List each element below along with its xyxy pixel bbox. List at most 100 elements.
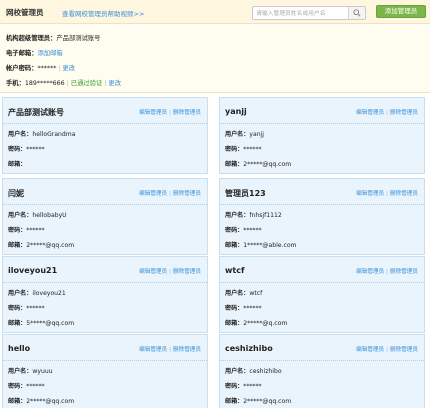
- username-value: ceshizhibo: [249, 368, 282, 375]
- edit-admin-button[interactable]: 编辑管理员: [356, 191, 384, 197]
- phone-label: 手机：: [6, 80, 25, 87]
- email-value: 2*****@qq.com: [26, 242, 75, 249]
- edit-admin-button[interactable]: 编辑管理员: [139, 191, 167, 197]
- email-row: 邮箱：: [8, 159, 26, 168]
- password-row: 密码：******: [8, 303, 45, 312]
- change-password-link[interactable]: 更改: [63, 65, 76, 72]
- card-actions: 编辑管理员 | 删除管理员: [139, 191, 201, 197]
- delete-admin-button[interactable]: 删除管理员: [173, 191, 201, 197]
- username-row: 用户名：wyuuu: [8, 366, 53, 375]
- change-phone-link[interactable]: 更改: [108, 80, 121, 87]
- delete-admin-button[interactable]: 删除管理员: [390, 191, 418, 197]
- card-actions: 编辑管理员 | 删除管理员: [356, 347, 418, 353]
- org-row: 机构超级管理员：产品部测试账号: [6, 33, 100, 42]
- edit-admin-button[interactable]: 编辑管理员: [356, 110, 384, 116]
- password-row: 密码：******: [225, 303, 262, 312]
- phone-value: 189*****666: [24, 80, 65, 87]
- admin-card: 管理员123 编辑管理员 | 删除管理员 用户名：fnhsjf1112 密码：***…: [219, 178, 425, 255]
- card-actions: 编辑管理员 | 删除管理员: [356, 269, 418, 275]
- edit-admin-button[interactable]: 编辑管理员: [139, 347, 167, 353]
- admin-card: hello 编辑管理员 | 删除管理员 用户名：wyuuu 密码：****** 邮箱…: [2, 334, 208, 408]
- username-row: 用户名：helloGrandma: [8, 129, 75, 138]
- admin-card: 闫妮 编辑管理员 | 删除管理员 用户名：hellobabyU 密码：****** …: [2, 178, 208, 255]
- admin-name: wtcf: [225, 266, 245, 275]
- username-row: 用户名：hellobabyU: [8, 210, 67, 219]
- username-label: 用户名：: [225, 290, 250, 297]
- password-value: ******: [243, 227, 262, 234]
- card-divider: [220, 123, 424, 124]
- email-label: 邮箱：: [8, 161, 27, 168]
- help-video-link[interactable]: 查看网校管理员帮助视频>>: [62, 8, 144, 18]
- password-value: ******: [37, 65, 57, 72]
- delete-admin-button[interactable]: 删除管理员: [390, 269, 418, 275]
- admin-card: wtcf 编辑管理员 | 删除管理员 用户名：wtcf 密码：****** 邮箱：2…: [219, 256, 425, 333]
- email-value: 2*****@q.com: [243, 320, 288, 327]
- card-divider: [3, 282, 207, 283]
- add-admin-button[interactable]: 添加管理员: [376, 5, 426, 18]
- username-label: 用户名：: [8, 368, 33, 375]
- username-label: 用户名：: [8, 290, 33, 297]
- phone-verified-status: 已通过验证: [70, 80, 103, 87]
- email-row: 邮箱：2*****@qq.com: [8, 240, 74, 249]
- edit-admin-button[interactable]: 编辑管理员: [139, 269, 167, 275]
- delete-admin-button[interactable]: 删除管理员: [173, 269, 201, 275]
- email-row: 邮箱：5*****@qq.com: [8, 318, 74, 327]
- admin-name: 闫妮: [8, 189, 24, 198]
- password-row: 密码：******: [8, 225, 45, 234]
- card-actions: 编辑管理员 | 删除管理员: [356, 191, 418, 197]
- email-row: 邮箱：2*****@qq.com: [225, 396, 291, 405]
- email-row: 邮箱：1*****@able.com: [225, 240, 296, 249]
- card-divider: [3, 204, 207, 205]
- email-value: 5*****@qq.com: [26, 320, 75, 327]
- card-divider: [220, 360, 424, 361]
- card-actions: 编辑管理员 | 删除管理员: [139, 110, 201, 116]
- phone-row: 手机：189*****666 | 已通过验证 | 更改: [6, 80, 121, 87]
- edit-admin-button[interactable]: 编辑管理员: [356, 347, 384, 353]
- admin-card: yanjj 编辑管理员 | 删除管理员 用户名：yanjj 密码：****** 邮箱…: [219, 97, 425, 174]
- password-row: 密码：******: [225, 144, 262, 153]
- admin-name: ceshizhibo: [225, 344, 273, 353]
- password-value: ******: [26, 305, 45, 312]
- card-actions: 编辑管理员 | 删除管理员: [356, 110, 418, 116]
- password-label: 密码：: [8, 383, 27, 390]
- card-divider: [3, 123, 207, 124]
- password-label: 密码：: [8, 146, 27, 153]
- username-value: helloGrandma: [32, 131, 76, 138]
- search-button[interactable]: [348, 7, 365, 19]
- search-input[interactable]: [256, 8, 346, 19]
- email-value: 2*****@qq.com: [243, 398, 292, 405]
- password-value: ******: [243, 146, 262, 153]
- email-label: 邮箱：: [8, 242, 27, 249]
- delete-admin-button[interactable]: 删除管理员: [390, 347, 418, 353]
- admin-card: 产品部测试账号 编辑管理员 | 删除管理员 用户名：helloGrandma 密码：…: [2, 97, 208, 174]
- username-value: hellobabyU: [32, 212, 67, 219]
- username-value: wyuuu: [32, 368, 53, 375]
- username-label: 用户名：: [225, 368, 250, 375]
- delete-admin-button[interactable]: 删除管理员: [173, 347, 201, 353]
- card-actions: 编辑管理员 | 删除管理员: [139, 269, 201, 275]
- password-label: 帐户密码：: [6, 65, 38, 72]
- password-row: 密码：******: [8, 144, 45, 153]
- password-value: ******: [26, 383, 45, 390]
- email-label: 电子邮箱：: [6, 50, 38, 57]
- add-email-link[interactable]: 添加邮箱: [37, 50, 62, 57]
- email-label: 邮箱：: [225, 398, 244, 405]
- password-label: 密码：: [225, 305, 244, 312]
- admin-name: 管理员123: [225, 189, 266, 198]
- username-value: yanjj: [249, 131, 264, 138]
- password-label: 密码：: [225, 146, 244, 153]
- card-divider: [220, 282, 424, 283]
- delete-admin-button[interactable]: 删除管理员: [390, 110, 418, 116]
- delete-admin-button[interactable]: 删除管理员: [173, 110, 201, 116]
- password-value: ******: [26, 146, 45, 153]
- username-row: 用户名：iloveyou21: [8, 288, 66, 297]
- edit-admin-button[interactable]: 编辑管理员: [139, 110, 167, 116]
- password-value: ******: [243, 305, 262, 312]
- email-row: 电子邮箱：添加邮箱: [6, 48, 63, 57]
- password-row: 帐户密码：****** | 更改: [6, 65, 76, 72]
- edit-admin-button[interactable]: 编辑管理员: [356, 269, 384, 275]
- admin-name: hello: [8, 344, 31, 353]
- search-box: [252, 6, 366, 20]
- card-divider: [220, 204, 424, 205]
- username-label: 用户名：: [8, 212, 33, 219]
